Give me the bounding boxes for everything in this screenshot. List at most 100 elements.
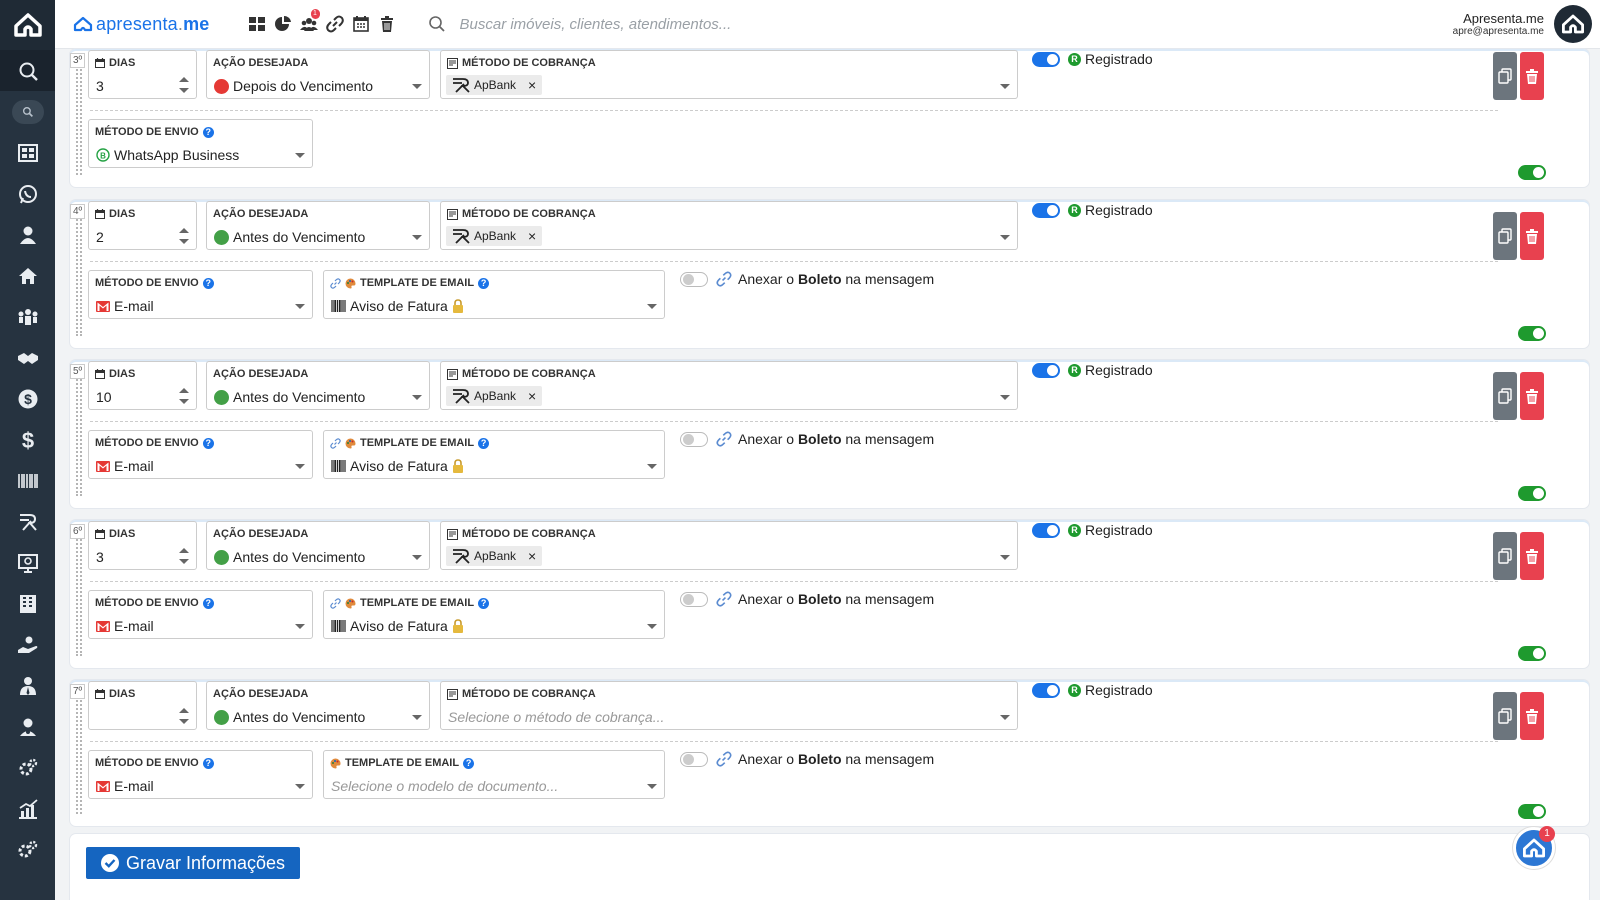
avatar[interactable] [1554,5,1592,43]
dias-value[interactable]: 2 [96,229,104,245]
trash-icon[interactable] [374,11,400,37]
dias-stepper[interactable] [179,388,189,406]
sidebar-item-dollar[interactable]: $ [0,419,55,460]
registrado-toggle[interactable] [1032,52,1060,67]
template-select[interactable]: TEMPLATE DE EMAIL? Aviso de Fatura [323,590,665,639]
sidebar-item-house[interactable] [0,255,55,296]
sidebar-item-dashboard[interactable] [0,132,55,173]
template-select[interactable]: TEMPLATE DE EMAIL? Aviso de Fatura [323,270,665,319]
help-icon[interactable]: ? [202,597,214,609]
drag-handle[interactable] [76,65,82,175]
help-icon[interactable]: ? [202,757,214,769]
acao-select[interactable]: AÇÃO DESEJADA Antes do Vencimento [206,521,430,570]
grid-icon[interactable] [244,11,270,37]
cobranca-select[interactable]: MÉTODO DE COBRANÇA ApBank × [440,521,1018,570]
sidebar-item-gears[interactable] [0,747,55,788]
sidebar-item-handshake[interactable] [0,337,55,378]
registrado-toggle[interactable] [1032,363,1060,378]
dias-value[interactable]: 3 [96,78,104,94]
sidebar-item-search[interactable] [0,50,55,91]
user-menu[interactable]: Apresenta.me apre@apresenta.me [1453,5,1592,43]
help-icon[interactable]: ? [478,277,490,289]
save-button[interactable]: Gravar Informações [86,847,301,879]
sidebar-item-building[interactable] [0,583,55,624]
sidebar-item-dollar-circle[interactable]: $ [0,378,55,419]
rule-active-toggle[interactable] [1518,486,1546,501]
rule-active-toggle[interactable] [1518,646,1546,661]
help-icon[interactable]: ? [202,126,214,138]
cobranca-select[interactable]: MÉTODO DE COBRANÇA ApBank × [440,201,1018,250]
sidebar-item-chart[interactable] [0,788,55,829]
remove-tag-icon[interactable]: × [528,228,536,244]
template-select[interactable]: TEMPLATE DE EMAIL? Aviso de Fatura [323,430,665,479]
help-icon[interactable]: ? [478,597,490,609]
delete-button[interactable] [1520,212,1544,260]
anexar-boleto-toggle[interactable] [680,592,708,607]
duplicate-button[interactable] [1493,532,1517,580]
cobranca-select[interactable]: MÉTODO DE COBRANÇA Selecione o método de … [440,681,1018,730]
drag-handle[interactable] [76,696,82,814]
acao-select[interactable]: AÇÃO DESEJADA Antes do Vencimento [206,681,430,730]
acao-select[interactable]: AÇÃO DESEJADA Depois do Vencimento [206,50,430,99]
dias-value[interactable]: 10 [96,389,112,405]
dias-stepper[interactable] [179,548,189,566]
users-icon[interactable]: 1 [296,9,322,37]
duplicate-button[interactable] [1493,52,1517,100]
sidebar-item-user[interactable] [0,214,55,255]
remove-tag-icon[interactable]: × [528,548,536,564]
acao-select[interactable]: AÇÃO DESEJADA Antes do Vencimento [206,201,430,250]
help-icon[interactable]: ? [202,277,214,289]
acao-select[interactable]: AÇÃO DESEJADA Antes do Vencimento [206,361,430,410]
delete-button[interactable] [1520,372,1544,420]
dias-stepper[interactable] [179,708,189,726]
sidebar-item-search-pill[interactable] [0,91,55,132]
dias-field[interactable]: DIAS 3 [88,50,197,99]
dias-field[interactable]: DIAS 3 [88,521,197,570]
duplicate-button[interactable] [1493,212,1517,260]
dias-field[interactable]: DIAS [88,681,197,730]
delete-button[interactable] [1520,532,1544,580]
dias-field[interactable]: DIAS 10 [88,361,197,410]
sidebar-item-barcode[interactable] [0,460,55,501]
dias-stepper[interactable] [179,228,189,246]
cobranca-select[interactable]: MÉTODO DE COBRANÇA ApBank × [440,361,1018,410]
delete-button[interactable] [1520,52,1544,100]
dias-field[interactable]: DIAS 2 [88,201,197,250]
sidebar-item-team[interactable] [0,296,55,337]
drag-handle[interactable] [76,216,82,336]
registrado-toggle[interactable] [1032,683,1060,698]
help-icon[interactable]: ? [202,437,214,449]
envio-select[interactable]: MÉTODO DE ENVIO? E-mail [88,750,313,799]
chart-pie-icon[interactable] [270,11,296,37]
anexar-boleto-toggle[interactable] [680,432,708,447]
rule-active-toggle[interactable] [1518,326,1546,341]
duplicate-button[interactable] [1493,692,1517,740]
sidebar-item-hand-user[interactable] [0,624,55,665]
sidebar-item-settings[interactable] [0,829,55,870]
sidebar-item-user-tie[interactable] [0,665,55,706]
envio-select[interactable]: MÉTODO DE ENVIO? E-mail [88,590,313,639]
remove-tag-icon[interactable]: × [528,388,536,404]
home-logo-icon[interactable] [0,0,55,50]
drag-handle[interactable] [76,376,82,496]
remove-tag-icon[interactable]: × [528,77,536,93]
envio-select[interactable]: MÉTODO DE ENVIO? E-mail [88,270,313,319]
envio-select[interactable]: MÉTODO DE ENVIO? E-mail [88,430,313,479]
template-select[interactable]: TEMPLATE DE EMAIL? Selecione o modelo de … [323,750,665,799]
drag-handle[interactable] [76,536,82,656]
envio-select[interactable]: MÉTODO DE ENVIO? B WhatsApp Business [88,119,313,168]
search-input[interactable] [459,15,880,33]
help-icon[interactable]: ? [478,437,490,449]
rule-active-toggle[interactable] [1518,804,1546,819]
sidebar-item-apbank[interactable] [0,501,55,542]
anexar-boleto-toggle[interactable] [680,752,708,767]
sidebar-item-whatsapp[interactable] [0,173,55,214]
registrado-toggle[interactable] [1032,203,1060,218]
help-icon[interactable]: ? [463,757,475,769]
registrado-toggle[interactable] [1032,523,1060,538]
dias-value[interactable]: 3 [96,549,104,565]
rule-active-toggle[interactable] [1518,165,1546,180]
anexar-boleto-toggle[interactable] [680,272,708,287]
sidebar-item-screen[interactable] [0,542,55,583]
cobranca-select[interactable]: MÉTODO DE COBRANÇA ApBank × [440,50,1018,99]
